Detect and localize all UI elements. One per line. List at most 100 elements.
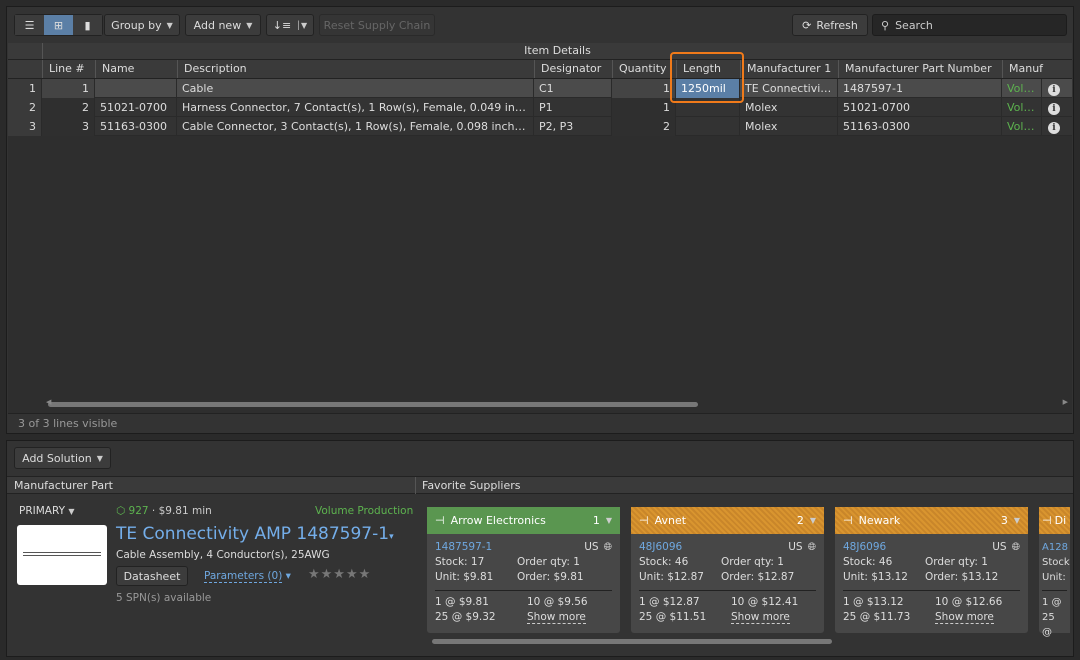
show-more-link[interactable]: Show more: [527, 611, 586, 624]
group-header-row: Item Details: [8, 43, 1072, 60]
list-icon[interactable]: ☰: [15, 15, 44, 35]
cell-name[interactable]: 51021-0700: [95, 98, 177, 117]
info-icon[interactable]: i: [1048, 82, 1060, 96]
parameters-link[interactable]: Parameters (0) ▾: [204, 570, 291, 583]
manufacturer-part-header: Manufacturer Part: [14, 479, 113, 492]
chart-icon[interactable]: ▮: [73, 15, 102, 35]
chevron-down-icon[interactable]: ▼: [1014, 516, 1020, 525]
supplier-sku[interactable]: 1487597-1: [435, 540, 492, 555]
scrollbar-thumb[interactable]: [48, 402, 698, 407]
cell-status[interactable]: Volume: [1002, 79, 1042, 98]
pin-icon[interactable]: ⊣: [1042, 514, 1052, 527]
sort-icon: ↓≡: [272, 18, 292, 32]
table-row[interactable]: 3 3 51163-0300 Cable Connector, 3 Contact(s…: [8, 117, 1072, 136]
cell-length[interactable]: [676, 117, 740, 136]
supplier-sku[interactable]: 48J6096: [843, 540, 886, 555]
rating-stars[interactable]: ★★★★★: [308, 567, 371, 582]
row-number: 2: [8, 98, 42, 117]
show-more-link[interactable]: Show more: [935, 611, 994, 624]
cell-mpn[interactable]: 1487597-1: [838, 79, 1002, 98]
cell-mpn[interactable]: 51163-0300: [838, 117, 1002, 136]
cell-mpn[interactable]: 51021-0700: [838, 98, 1002, 117]
supplier-header[interactable]: ⊣ Di: [1039, 507, 1070, 534]
cell-des[interactable]: P2, P3: [534, 117, 612, 136]
hierarchy-icon[interactable]: ⊞: [44, 15, 73, 35]
bom-grid: Item Details Line # Name Description Design…: [8, 43, 1072, 413]
column-header[interactable]: Quantity: [612, 60, 676, 78]
table-row[interactable]: 2 2 51021-0700 Harness Connector, 7 Contact…: [8, 98, 1072, 117]
cell-mfr[interactable]: TE Connectivity...: [740, 79, 838, 98]
add-solution-button[interactable]: Add Solution ▼: [14, 447, 111, 469]
supplier-header[interactable]: ⊣ Avnet 2 ▼: [631, 507, 824, 534]
cell-mfr[interactable]: Molex: [740, 98, 838, 117]
scrollbar-thumb[interactable]: [432, 639, 832, 644]
info-icon[interactable]: i: [1048, 120, 1060, 134]
scroll-right-icon[interactable]: ▶: [1063, 398, 1068, 406]
cell-desc[interactable]: Cable Connector, 3 Contact(s), 1 Row(s),…: [177, 117, 534, 136]
supplier-sku[interactable]: 48J6096: [639, 540, 682, 555]
supplier-card[interactable]: ⊣ Di A128 Stock Unit: 1 @ 25 @: [1039, 507, 1070, 638]
add-new-button[interactable]: Add new ▼: [185, 14, 261, 36]
length-highlight: [670, 52, 744, 103]
chevron-down-icon[interactable]: ▼: [810, 516, 816, 525]
pin-icon[interactable]: ⊣: [843, 514, 853, 527]
cell-status[interactable]: Volume: [1002, 117, 1042, 136]
globe-icon[interactable]: 🌐︎: [808, 540, 816, 555]
pin-icon[interactable]: ⊣: [435, 514, 445, 527]
cell-desc[interactable]: Cable: [177, 79, 534, 98]
column-header[interactable]: Description: [177, 60, 534, 78]
cell-des[interactable]: P1: [534, 98, 612, 117]
refresh-button[interactable]: ⟳ Refresh: [792, 14, 868, 36]
column-header[interactable]: Line #: [42, 60, 95, 78]
cell-line[interactable]: 1: [42, 79, 95, 98]
supplier-card[interactable]: ⊣ Newark 3 ▼ 48J6096 US 🌐︎ Stock: 46 Order qty…: [835, 507, 1028, 633]
supplier-header[interactable]: ⊣ Newark 3 ▼: [835, 507, 1028, 534]
cell-mfr[interactable]: Molex: [740, 117, 838, 136]
search-icon: ⚲: [881, 18, 890, 32]
cell-line[interactable]: 2: [42, 98, 95, 117]
column-header[interactable]: Manuf: [1002, 60, 1043, 78]
column-header[interactable]: Manufacturer 1: [740, 60, 838, 78]
datasheet-button[interactable]: Datasheet: [116, 566, 188, 586]
horizontal-scrollbar[interactable]: ◀ ▶: [8, 398, 1072, 410]
chevron-down-icon[interactable]: ▼: [606, 516, 612, 525]
part-title[interactable]: TE Connectivity AMP 1487597-1▾: [116, 524, 394, 544]
cell-name[interactable]: 51163-0300: [95, 117, 177, 136]
show-more-link[interactable]: Show more: [731, 611, 790, 624]
table-row[interactable]: 1 1 Cable C1 1 1250mil TE Connectivity... 14875…: [8, 79, 1072, 98]
scroll-left-icon[interactable]: ◀: [46, 398, 51, 406]
cell-name[interactable]: [95, 79, 177, 98]
cell-line[interactable]: 3: [42, 117, 95, 136]
supplier-sku[interactable]: A128: [1042, 540, 1068, 555]
cell-desc[interactable]: Harness Connector, 7 Contact(s), 1 Row(s…: [177, 98, 534, 117]
cell-qty[interactable]: 1: [612, 79, 676, 98]
globe-icon[interactable]: 🌐︎: [1012, 540, 1020, 555]
stock-info: ⬡ 927 · $9.81 min: [116, 505, 212, 517]
chevron-down-icon: ▼: [166, 20, 173, 30]
cell-qty[interactable]: 1: [612, 98, 676, 117]
suppliers-scrollbar[interactable]: [422, 636, 1070, 646]
search-input[interactable]: ⚲ Search: [872, 14, 1067, 36]
refresh-icon: ⟳: [802, 18, 812, 32]
supplier-card[interactable]: ⊣ Avnet 2 ▼ 48J6096 US 🌐︎ Stock: 46 Order qty:…: [631, 507, 824, 633]
cell-des[interactable]: C1: [534, 79, 612, 98]
pin-icon[interactable]: ⊣: [639, 514, 649, 527]
supplier-header[interactable]: ⊣ Arrow Electronics 1 ▼: [427, 507, 620, 534]
view-toggle[interactable]: ☰ ⊞ ▮: [14, 14, 103, 36]
spn-available: 5 SPN(s) available: [116, 592, 212, 604]
column-header[interactable]: Name: [95, 60, 177, 78]
package-icon: ⬡: [116, 505, 126, 517]
column-header[interactable]: Designator: [534, 60, 612, 78]
chevron-down-icon: ▼: [96, 453, 103, 463]
supplier-card[interactable]: ⊣ Arrow Electronics 1 ▼ 1487597-1 US 🌐︎ Stock…: [427, 507, 620, 633]
primary-dropdown[interactable]: PRIMARY ▼: [19, 505, 75, 517]
info-icon[interactable]: i: [1048, 101, 1060, 115]
reset-supply-chain-button[interactable]: Reset Supply Chain: [319, 14, 435, 36]
group-by-button[interactable]: Group by ▼: [104, 14, 180, 36]
cell-qty[interactable]: 2: [612, 117, 676, 136]
globe-icon[interactable]: 🌐︎: [604, 540, 612, 555]
sort-button[interactable]: ↓≡ │▼: [266, 14, 314, 36]
column-header[interactable]: Manufacturer Part Number 1: [838, 60, 1002, 93]
cell-status[interactable]: Volume: [1002, 98, 1042, 117]
chevron-down-icon: │▼: [296, 20, 308, 30]
